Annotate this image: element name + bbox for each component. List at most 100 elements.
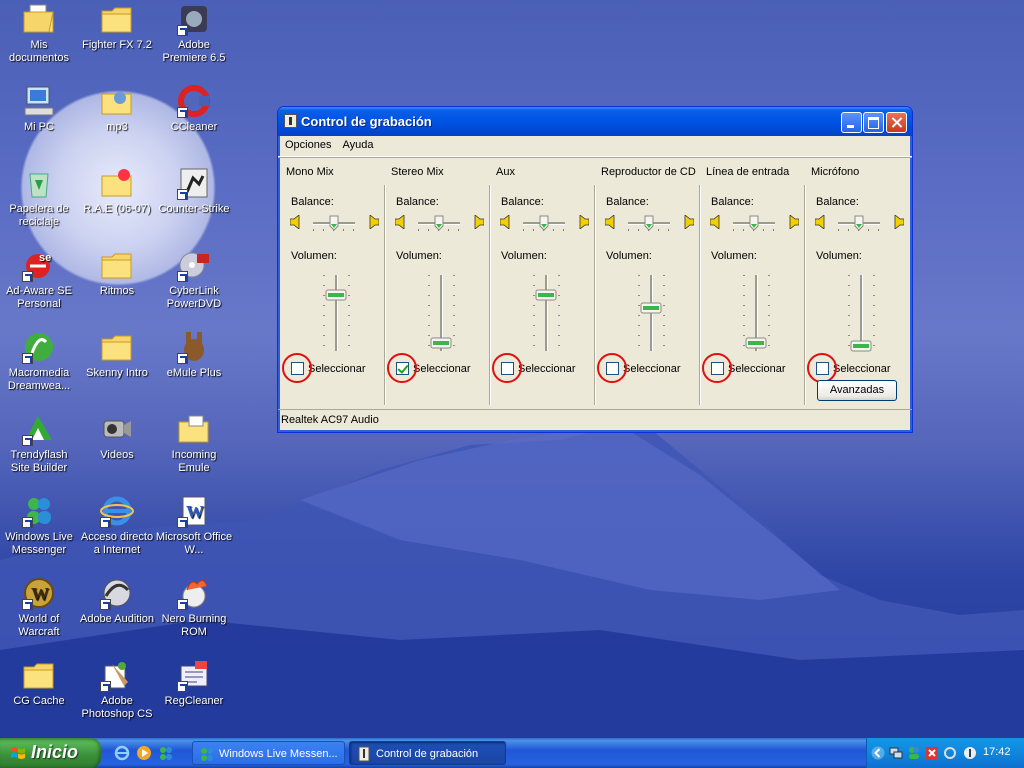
desktop-icon[interactable]: Macromedia Dreamwea... [0,330,78,393]
minimize-button[interactable] [841,112,862,133]
tray-update-icon[interactable] [963,746,977,760]
desktop-icon[interactable]: Adobe Photoshop CS [78,658,156,721]
select-label[interactable]: Seleccionar [833,363,890,375]
menu-ayuda[interactable]: Ayuda [335,136,377,151]
balance-slider-thumb[interactable] [854,215,864,231]
tray-messenger-icon[interactable] [907,746,921,760]
balance-slider-thumb[interactable] [749,215,759,231]
desktop-icon[interactable]: Counter-Strike [155,166,233,216]
volume-slider-thumb[interactable] [430,336,452,349]
desktop-icon-label: Microsoft Office W... [155,531,233,556]
column-separator [699,185,700,405]
balance-slider-thumb[interactable] [539,215,549,231]
desktop-icon[interactable]: RegCleaner [155,658,233,708]
nero-icon [177,576,211,610]
desktop-icon[interactable]: eMule Plus [155,330,233,380]
select-label[interactable]: Seleccionar [413,363,470,375]
desktop-icon[interactable]: Fighter FX 7.2 [78,2,156,52]
desktop-icon-label: Fighter FX 7.2 [82,39,152,51]
volume-ticks [768,275,770,351]
select-label[interactable]: Seleccionar [308,363,365,375]
quicklaunch-media-icon[interactable] [136,745,152,761]
desktop-icon[interactable]: W World of Warcraft [0,576,78,639]
task-messenger[interactable]: Windows Live Messen... [192,741,345,765]
volume-slider-thumb[interactable] [535,288,557,301]
recording-control-window[interactable]: Control de grabación Opciones Ayuda Mono … [277,106,913,433]
speaker-right-icon [472,214,485,230]
column-separator [384,185,385,405]
svg-text:W: W [31,584,49,604]
desktop-icon[interactable]: Papelera de reciclaje [0,166,78,229]
title-bar[interactable]: Control de grabación [278,107,912,136]
desktop-icon[interactable]: Acceso directo a Internet [78,494,156,557]
volume-slider-thumb[interactable] [745,336,767,349]
desktop-icon[interactable]: mp3 [78,84,156,134]
volume-label: Volumen: [711,250,757,262]
quicklaunch-messenger-icon[interactable] [158,745,174,761]
desktop-icon[interactable]: Nero Burning ROM [155,576,233,639]
start-button[interactable]: Inicio [0,738,101,768]
volume-slider-thumb[interactable] [850,339,872,352]
volume-track[interactable] [335,275,338,351]
volume-slider-thumb[interactable] [640,301,662,314]
quicklaunch-ie-icon[interactable] [114,745,130,761]
column-separator [804,185,805,405]
volume-ticks [348,275,350,351]
desktop-icon[interactable]: CyberLink PowerDVD [155,248,233,311]
advanced-button[interactable]: Avanzadas [817,380,897,401]
desktop-icon[interactable]: Incoming Emule [155,412,233,475]
desktop-icon[interactable]: Videos [78,412,156,462]
desktop-icon-label: Macromedia Dreamwea... [7,367,71,392]
desktop-icon[interactable]: W Microsoft Office W... [155,494,233,557]
desktop-icon[interactable]: Adobe Premiere 6.5 [155,2,233,65]
channel-name: Aux [496,166,515,178]
desktop-icon[interactable]: Mi PC [0,84,78,134]
volume-slider-thumb[interactable] [325,288,347,301]
desktop-icon[interactable]: Windows Live Messenger [0,494,78,557]
channel-name: Micrófono [811,166,860,178]
volume-track[interactable] [545,275,548,351]
volume-control-icon [358,746,370,762]
menu-opciones[interactable]: Opciones [278,136,335,151]
channel-name: Línea de entrada [706,166,790,178]
desktop-icon[interactable]: Adobe Audition [78,576,156,626]
trendyflash-icon [22,412,56,446]
tray-security-icon[interactable] [925,746,939,760]
desktop-icon-label: Papelera de reciclaje [9,203,69,228]
maximize-button[interactable] [863,112,884,133]
desktop-icon[interactable]: R.A.E (06-07) [78,166,156,216]
task-recording-control[interactable]: Control de grabación [349,741,506,765]
tray-expand-icon[interactable] [871,746,885,760]
volume-ticks [663,275,665,351]
speaker-left-icon [394,214,407,230]
desktop-icon[interactable]: Ritmos [78,248,156,298]
select-label[interactable]: Seleccionar [728,363,785,375]
tray-sync-icon[interactable] [943,746,957,760]
desktop-icon-label: eMule Plus [166,367,222,379]
desktop-icon[interactable]: Mis documentos [0,2,78,65]
channel-column: Reproductor de CD Balance: Volumen: Selecci… [596,159,700,405]
select-label[interactable]: Seleccionar [623,363,680,375]
balance-label: Balance: [396,196,439,208]
balance-label: Balance: [606,196,649,208]
close-button[interactable] [886,112,907,133]
volume-label: Volumen: [396,250,442,262]
highlight-ring [702,353,732,383]
audition-icon [100,576,134,610]
desktop-icon-label: Counter-Strike [158,203,230,215]
desktop-icon[interactable]: CG Cache [0,658,78,708]
desktop-icon[interactable]: se Ad-Aware SE Personal [0,248,78,311]
balance-slider-thumb[interactable] [434,215,444,231]
folder-icon [100,2,134,36]
windows-flag-icon [11,747,25,759]
desktop-icon-label: World of Warcraft [18,613,60,638]
select-label[interactable]: Seleccionar [518,363,575,375]
desktop-icon[interactable]: Trendyflash Site Builder [0,412,78,475]
balance-slider-thumb[interactable] [644,215,654,231]
channel-column: Mono Mix Balance: Volumen: Seleccionar [281,159,385,405]
tray-network-icon[interactable] [889,746,903,760]
desktop-icon[interactable]: CCleaner [155,84,233,134]
desktop-icon[interactable]: Skenny Intro [78,330,156,380]
desktop-icon-label: CCleaner [170,121,218,133]
balance-slider-thumb[interactable] [329,215,339,231]
